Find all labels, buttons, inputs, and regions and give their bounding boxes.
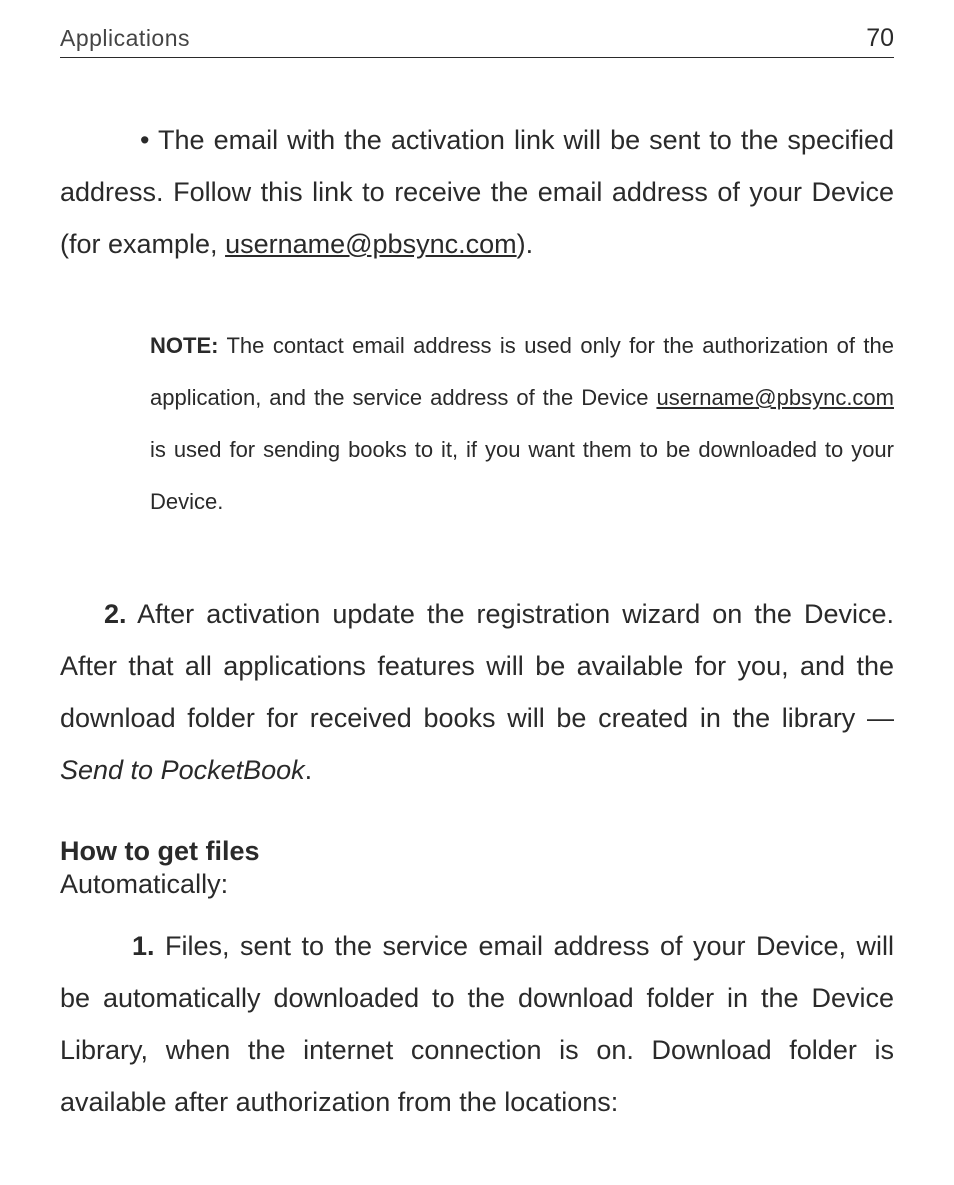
step-number-2: 2.	[60, 599, 127, 629]
service-email-link[interactable]: username@pbsync.com	[656, 385, 894, 410]
mode-automatically: Automatically:	[60, 869, 894, 900]
note-text-part2: is used for sending books to it, if you …	[150, 437, 894, 514]
page-header: Applications 70	[60, 24, 894, 58]
step-2-paragraph: 2. After activation update the registrat…	[60, 588, 894, 796]
how-to-heading: How to get files	[60, 836, 894, 867]
bullet-text-tail: ).	[517, 229, 534, 259]
example-email-link[interactable]: username@pbsync.com	[225, 229, 517, 259]
header-section-title: Applications	[60, 25, 190, 52]
step-1b-text: Files, sent to the service email address…	[60, 931, 894, 1117]
bullet-marker: •	[60, 125, 149, 155]
page-container: Applications 70 • The email with the act…	[0, 0, 954, 1185]
step-1b-paragraph: 1. Files, sent to the service email addr…	[60, 920, 894, 1128]
note-label: NOTE:	[150, 333, 218, 358]
step-2-tail: .	[305, 755, 313, 785]
folder-name-italic: Send to PocketBook	[60, 755, 305, 785]
note-paragraph: NOTE: The contact email address is used …	[60, 320, 894, 528]
step-number-1b: 1.	[60, 931, 155, 961]
bullet-paragraph: • The email with the activation link wil…	[60, 114, 894, 270]
header-page-number: 70	[866, 24, 894, 53]
step-2-text: After activation update the registration…	[60, 599, 894, 733]
